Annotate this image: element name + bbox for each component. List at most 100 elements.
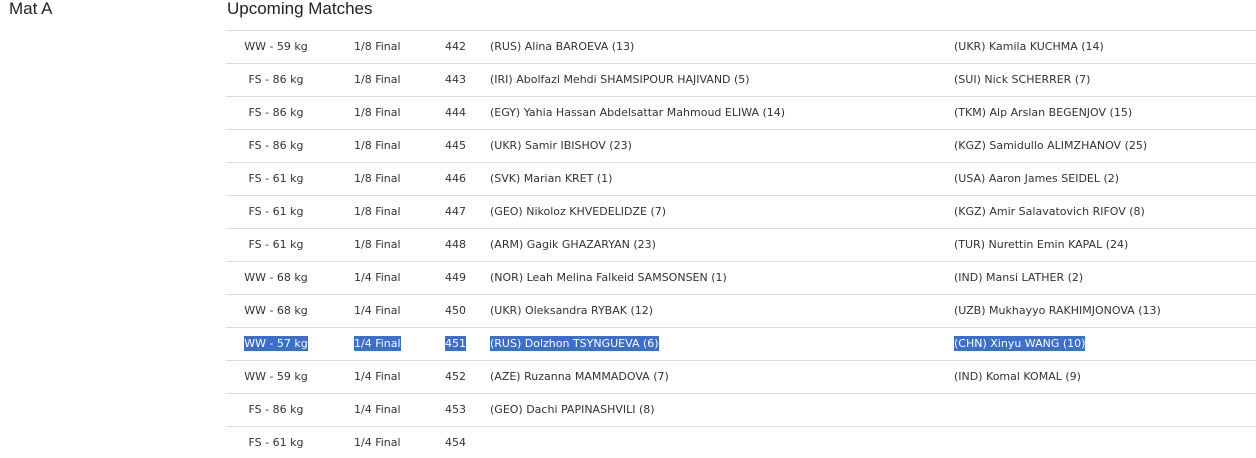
weight-class: FS - 86 kg xyxy=(226,64,326,96)
blue-wrestler: (TKM) Alp Arslan BEGENJOV (15) xyxy=(954,97,1132,129)
round: 1/4 Final xyxy=(354,361,401,393)
weight-class-text: FS - 61 kg xyxy=(248,205,304,218)
round: 1/4 Final xyxy=(354,295,401,327)
match-row[interactable]: WW - 57 kg 1/4 Final 451 (RUS) Dolzhon TSYN… xyxy=(226,328,1256,361)
weight-class: WW - 59 kg xyxy=(226,361,326,393)
red-wrestler: (AZE) Ruzanna MAMMADOVA (7) xyxy=(490,361,669,393)
round-text: 1/4 Final xyxy=(354,436,401,449)
round: 1/4 Final xyxy=(354,394,401,426)
red-wrestler-text: (GEO) Dachi PAPINASHVILI (8) xyxy=(490,403,655,416)
red-wrestler: (RUS) Alina BAROEVA (13) xyxy=(490,31,634,63)
blue-wrestler-text: (IND) Komal KOMAL (9) xyxy=(954,370,1081,383)
weight-class-text: WW - 59 kg xyxy=(244,370,308,383)
match-number: 454 xyxy=(445,427,466,458)
blue-wrestler: (TUR) Nurettin Emin KAPAL (24) xyxy=(954,229,1128,261)
match-number: 443 xyxy=(445,64,466,96)
blue-wrestler-text: (TUR) Nurettin Emin KAPAL (24) xyxy=(954,238,1129,251)
match-number-text: 454 xyxy=(445,436,466,449)
red-wrestler: (RUS) Dolzhon TSYNGUEVA (6) xyxy=(490,328,659,360)
red-wrestler: (GEO) Dachi PAPINASHVILI (8) xyxy=(490,394,655,426)
match-number: 450 xyxy=(445,295,466,327)
red-wrestler: (NOR) Leah Melina Falkeid SAMSONSEN (1) xyxy=(490,262,727,294)
red-wrestler: (GEO) Nikoloz KHVEDELIDZE (7) xyxy=(490,196,666,228)
round-text: 1/8 Final xyxy=(354,238,401,251)
round-text: 1/8 Final xyxy=(354,139,401,152)
round-text: 1/4 Final xyxy=(354,271,401,284)
match-number-text: 450 xyxy=(445,304,466,317)
match-row[interactable]: WW - 59 kg 1/8 Final 442 (RUS) Alina BAROEV… xyxy=(226,31,1256,64)
round: 1/8 Final xyxy=(354,196,401,228)
red-wrestler-text: (ARM) Gagik GHAZARYAN (23) xyxy=(490,238,656,251)
red-wrestler: (SVK) Marian KRET (1) xyxy=(490,163,612,195)
round-text: 1/8 Final xyxy=(354,73,401,86)
blue-wrestler: (UKR) Kamila KUCHMA (14) xyxy=(954,31,1104,63)
red-wrestler-text: (AZE) Ruzanna MAMMADOVA (7) xyxy=(490,370,669,383)
weight-class-text: FS - 86 kg xyxy=(248,139,304,152)
blue-wrestler: (USA) Aaron James SEIDEL (2) xyxy=(954,163,1119,195)
weight-class-text: FS - 61 kg xyxy=(248,436,304,449)
round-text: 1/8 Final xyxy=(354,40,401,53)
match-number: 446 xyxy=(445,163,466,195)
upcoming-matches-table: WW - 59 kg 1/8 Final 442 (RUS) Alina BAROEV… xyxy=(226,30,1256,458)
weight-class-text: FS - 86 kg xyxy=(248,403,304,416)
blue-wrestler-text: (SUI) Nick SCHERRER (7) xyxy=(954,73,1091,86)
red-wrestler: (ARM) Gagik GHAZARYAN (23) xyxy=(490,229,656,261)
page: Mat A Upcoming Matches WW - 59 kg 1/8 Fin… xyxy=(0,0,1256,458)
red-wrestler-text: (SVK) Marian KRET (1) xyxy=(490,172,613,185)
blue-wrestler: (IND) Komal KOMAL (9) xyxy=(954,361,1081,393)
match-number: 445 xyxy=(445,130,466,162)
blue-wrestler-text: (IND) Mansi LATHER (2) xyxy=(954,271,1084,284)
match-number-text: 446 xyxy=(445,172,466,185)
red-wrestler-text: (NOR) Leah Melina Falkeid SAMSONSEN (1) xyxy=(490,271,727,284)
red-wrestler: (UKR) Samir IBISHOV (23) xyxy=(490,130,632,162)
round-text: 1/4 Final xyxy=(354,403,401,416)
match-number-text: 448 xyxy=(445,238,466,251)
round: 1/8 Final xyxy=(354,163,401,195)
section-title: Upcoming Matches xyxy=(227,0,373,18)
match-row[interactable]: FS - 61 kg 1/8 Final 446 (SVK) Marian KRET … xyxy=(226,163,1256,196)
weight-class-text: WW - 57 kg xyxy=(244,336,308,351)
red-wrestler-text: (GEO) Nikoloz KHVEDELIDZE (7) xyxy=(490,205,667,218)
match-row[interactable]: WW - 59 kg 1/4 Final 452 (AZE) Ruzanna MAMM… xyxy=(226,361,1256,394)
match-row[interactable]: FS - 86 kg 1/8 Final 443 (IRI) Abolfazl Meh… xyxy=(226,64,1256,97)
match-number: 452 xyxy=(445,361,466,393)
red-wrestler-text: (UKR) Oleksandra RYBAK (12) xyxy=(490,304,654,317)
match-number: 444 xyxy=(445,97,466,129)
weight-class: FS - 86 kg xyxy=(226,130,326,162)
blue-wrestler-text: (UKR) Kamila KUCHMA (14) xyxy=(954,40,1104,53)
weight-class-text: WW - 68 kg xyxy=(244,271,308,284)
round-text: 1/8 Final xyxy=(354,205,401,218)
blue-wrestler: (IND) Mansi LATHER (2) xyxy=(954,262,1083,294)
weight-class: WW - 68 kg xyxy=(226,262,326,294)
mat-label: Mat A xyxy=(9,0,53,18)
blue-wrestler-text: (USA) Aaron James SEIDEL (2) xyxy=(954,172,1120,185)
match-number-text: 442 xyxy=(445,40,466,53)
round-text: 1/8 Final xyxy=(354,106,401,119)
weight-class-text: FS - 61 kg xyxy=(248,172,304,185)
match-row[interactable]: WW - 68 kg 1/4 Final 449 (NOR) Leah Melina … xyxy=(226,262,1256,295)
blue-wrestler: (KGZ) Amir Salavatovich RIFOV (8) xyxy=(954,196,1145,228)
blue-wrestler-text: (UZB) Mukhayyo RAKHIMJONOVA (13) xyxy=(954,304,1161,317)
red-wrestler: (EGY) Yahia Hassan Abdelsattar Mahmoud E… xyxy=(490,97,785,129)
match-row[interactable]: WW - 68 kg 1/4 Final 450 (UKR) Oleksandra R… xyxy=(226,295,1256,328)
weight-class: FS - 61 kg xyxy=(226,427,326,458)
weight-class: FS - 86 kg xyxy=(226,97,326,129)
match-row[interactable]: FS - 61 kg 1/4 Final 454 xyxy=(226,427,1256,458)
match-number-text: 447 xyxy=(445,205,466,218)
match-row[interactable]: FS - 61 kg 1/8 Final 447 (GEO) Nikoloz KHVE… xyxy=(226,196,1256,229)
round: 1/8 Final xyxy=(354,229,401,261)
round-text: 1/4 Final xyxy=(354,336,401,351)
weight-class: FS - 61 kg xyxy=(226,163,326,195)
match-row[interactable]: FS - 61 kg 1/8 Final 448 (ARM) Gagik GHAZAR… xyxy=(226,229,1256,262)
match-number-text: 453 xyxy=(445,403,466,416)
match-row[interactable]: FS - 86 kg 1/4 Final 453 (GEO) Dachi PAPINA… xyxy=(226,394,1256,427)
blue-wrestler-text: (TKM) Alp Arslan BEGENJOV (15) xyxy=(954,106,1133,119)
match-number-text: 443 xyxy=(445,73,466,86)
round: 1/4 Final xyxy=(354,328,401,360)
match-row[interactable]: FS - 86 kg 1/8 Final 444 (EGY) Yahia Hassan… xyxy=(226,97,1256,130)
round: 1/8 Final xyxy=(354,64,401,96)
match-number: 447 xyxy=(445,196,466,228)
weight-class: WW - 68 kg xyxy=(226,295,326,327)
match-number-text: 451 xyxy=(445,336,466,351)
match-row[interactable]: FS - 86 kg 1/8 Final 445 (UKR) Samir IBISHO… xyxy=(226,130,1256,163)
